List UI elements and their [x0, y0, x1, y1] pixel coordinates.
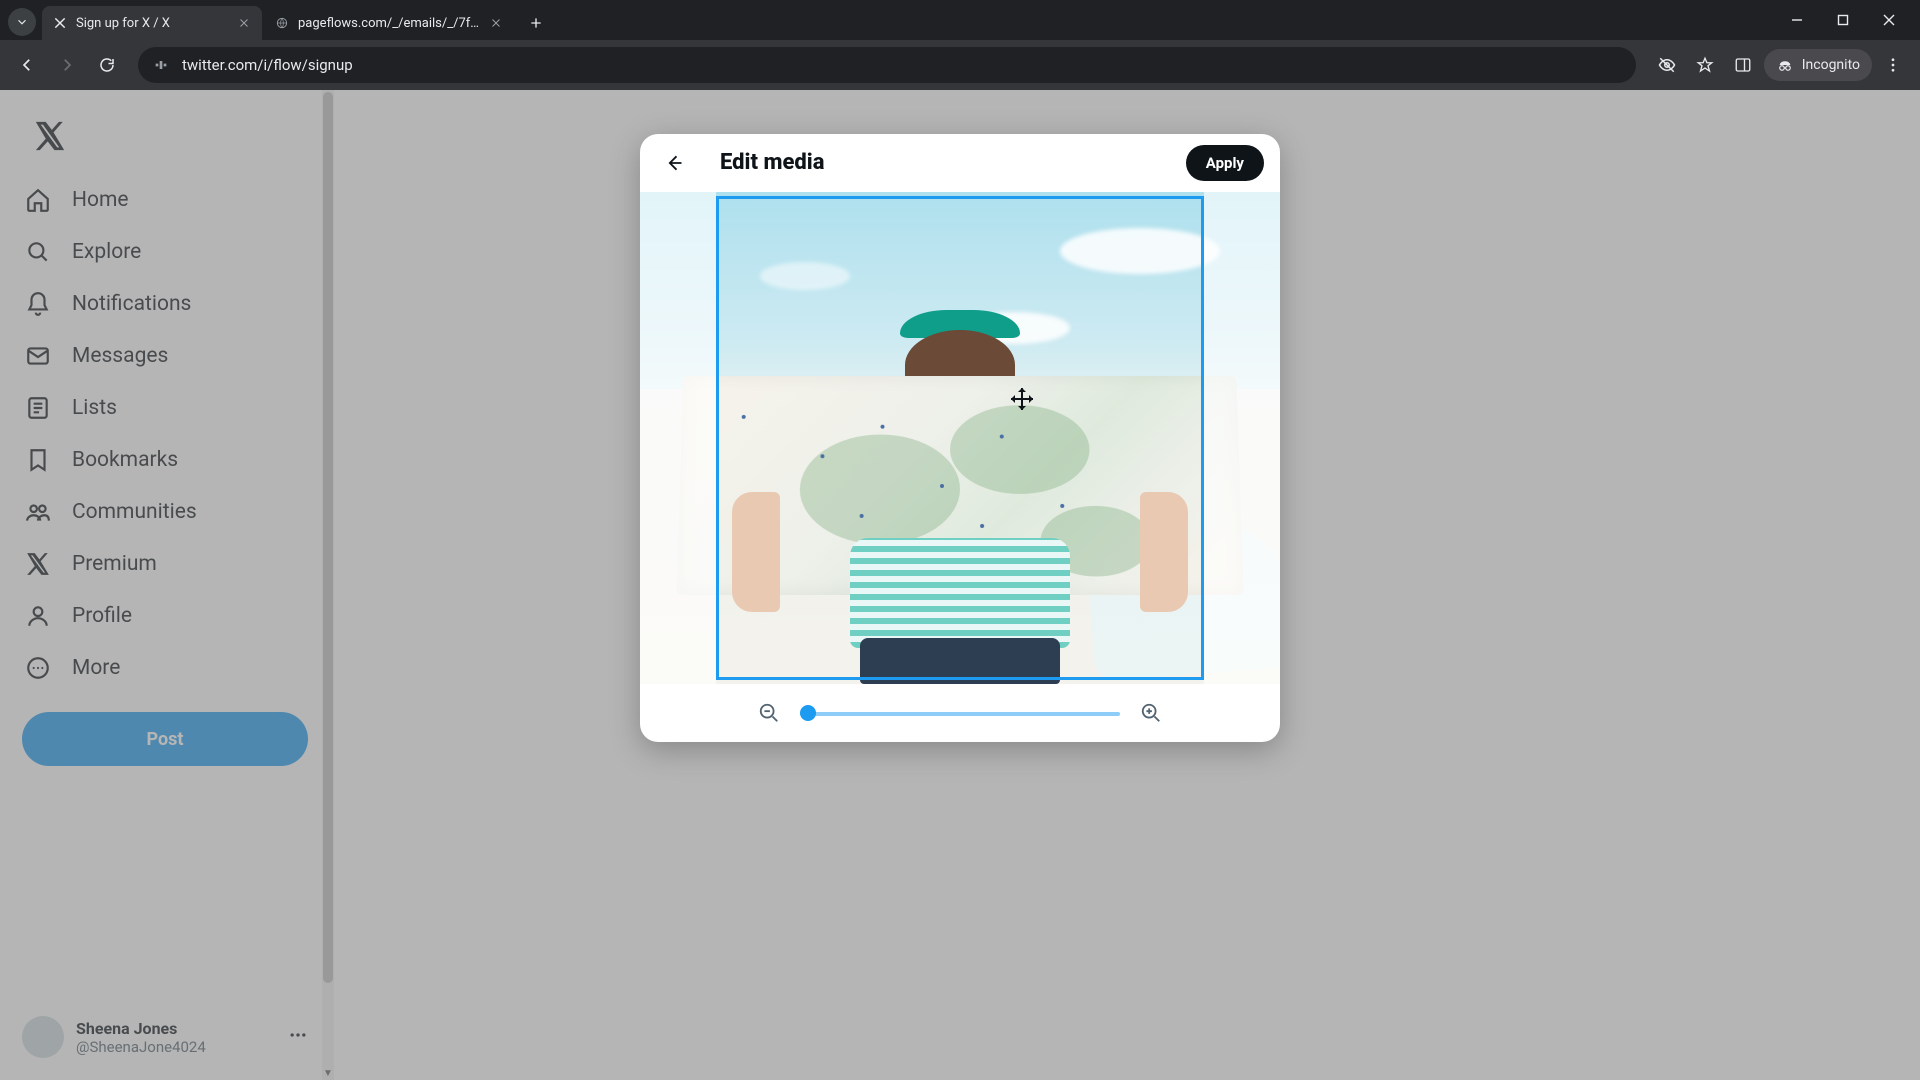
globe-favicon-icon — [274, 15, 290, 31]
nav-forward-button — [50, 48, 84, 82]
tab-close-button[interactable] — [488, 15, 504, 31]
browser-tab-title: Sign up for X / X — [76, 16, 230, 31]
zoom-slider-thumb[interactable] — [800, 705, 816, 721]
zoom-in-button[interactable] — [1138, 700, 1164, 726]
zoom-out-button[interactable] — [756, 700, 782, 726]
incognito-label: Incognito — [1802, 57, 1860, 73]
crop-stage[interactable] — [640, 192, 1280, 684]
zoom-slider[interactable] — [800, 703, 1120, 723]
incognito-indicator[interactable]: Incognito — [1764, 49, 1872, 81]
crop-rectangle[interactable] — [716, 196, 1204, 680]
new-tab-button[interactable] — [522, 9, 550, 37]
edit-media-modal: Edit media Apply — [640, 134, 1280, 742]
apply-button[interactable]: Apply — [1186, 145, 1264, 181]
window-minimize-button[interactable] — [1774, 3, 1820, 37]
bookmark-star-button[interactable] — [1688, 48, 1722, 82]
browser-tab-0[interactable]: Sign up for X / X — [42, 6, 262, 40]
zoom-slider-track — [800, 712, 1120, 716]
tracking-off-icon[interactable] — [1650, 48, 1684, 82]
nav-back-button[interactable] — [10, 48, 44, 82]
address-bar[interactable]: twitter.com/i/flow/signup — [138, 47, 1636, 83]
browser-tab-1[interactable]: pageflows.com/_/emails/_/7fb5 — [264, 6, 514, 40]
apply-button-label: Apply — [1206, 154, 1244, 172]
modal-back-button[interactable] — [656, 145, 692, 181]
modal-title: Edit media — [720, 150, 1158, 175]
window-close-button[interactable] — [1866, 3, 1912, 37]
tab-close-button[interactable] — [236, 15, 252, 31]
browser-tab-title: pageflows.com/_/emails/_/7fb5 — [298, 16, 482, 31]
site-info-icon[interactable] — [150, 54, 172, 76]
x-favicon-icon — [52, 15, 68, 31]
address-bar-url: twitter.com/i/flow/signup — [182, 56, 1624, 74]
side-panel-button[interactable] — [1726, 48, 1760, 82]
chrome-menu-button[interactable] — [1876, 48, 1910, 82]
window-maximize-button[interactable] — [1820, 3, 1866, 37]
tab-search-button[interactable] — [8, 8, 36, 36]
nav-reload-button[interactable] — [90, 48, 124, 82]
